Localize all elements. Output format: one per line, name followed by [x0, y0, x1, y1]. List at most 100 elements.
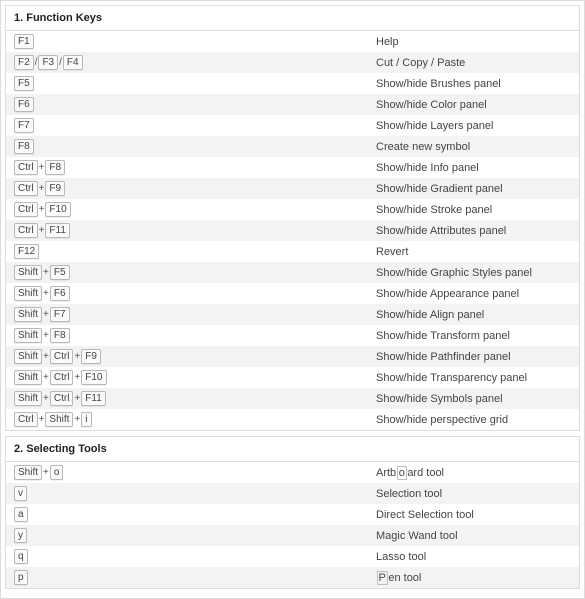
keycap: Shift	[45, 412, 73, 427]
shortcut-row: Ctrl+F10Show/hide Stroke panel	[6, 199, 579, 220]
section-header: 2. Selecting Tools	[6, 437, 579, 462]
keys-cell: v	[14, 486, 376, 501]
keycap: i	[81, 412, 91, 427]
keys-cell: F8	[14, 139, 376, 154]
keycap: F6	[14, 97, 34, 112]
description-cell: Artboard tool	[376, 467, 571, 479]
description-cell: Show/hide Align panel	[376, 309, 571, 321]
shortcut-row: Shift+F7Show/hide Align panel	[6, 304, 579, 325]
keycap: Ctrl	[14, 181, 38, 196]
keycap: F10	[45, 202, 70, 217]
description-cell: Create new symbol	[376, 141, 571, 153]
keys-cell: Shift+Ctrl+F10	[14, 370, 376, 385]
description-cell: Magic Wand tool	[376, 530, 571, 542]
shortcut-row: F5 Show/hide Brushes panel	[6, 73, 579, 94]
description-cell: Help	[376, 36, 571, 48]
description-cell: Show/hide Info panel	[376, 162, 571, 174]
keycap: Ctrl	[50, 391, 74, 406]
keycap: F9	[81, 349, 101, 364]
highlight-letter: o	[397, 466, 407, 480]
shortcut-row: Shift+F5 Show/hide Graphic Styles panel	[6, 262, 579, 283]
description-cell: Show/hide perspective grid	[376, 414, 571, 426]
keycap: Ctrl	[50, 370, 74, 385]
description-cell: Show/hide Brushes panel	[376, 78, 571, 90]
description-cell: Selection tool	[376, 488, 571, 500]
shortcut-row: v Selection tool	[6, 483, 579, 504]
shortcut-row: Ctrl+F8Show/hide Info panel	[6, 157, 579, 178]
section-body: F1 HelpF2/F3/F4Cut / Copy / Paste F5 Show/h…	[6, 31, 579, 430]
key-joiner: +	[39, 224, 46, 237]
keycap: F12	[14, 244, 39, 259]
keycap: Shift	[14, 265, 42, 280]
key-joiner: +	[43, 266, 50, 279]
shortcut-row: Shift+ oArtboard tool	[6, 462, 579, 483]
keycap: F7	[50, 307, 70, 322]
key-joiner: +	[74, 350, 81, 363]
keycap: F3	[38, 55, 58, 70]
shortcut-row: pPen tool	[6, 567, 579, 588]
key-joiner: +	[43, 392, 50, 405]
shortcut-row: Shift+F8Show/hide Transform panel	[6, 325, 579, 346]
keycap: v	[14, 486, 27, 501]
keys-cell: Ctrl+Shift+i	[14, 412, 376, 427]
keycap: Shift	[14, 307, 42, 322]
keycap: F11	[81, 391, 106, 406]
keys-cell: Shift+F6	[14, 286, 376, 301]
keycap: F11	[45, 223, 70, 238]
description-cell: Show/hide Graphic Styles panel	[376, 267, 571, 279]
shortcut-row: F1 Help	[6, 31, 579, 52]
keycap: F7	[14, 118, 34, 133]
keycap: Ctrl	[14, 412, 38, 427]
description-cell: Pen tool	[376, 572, 571, 584]
keys-cell: y	[14, 528, 376, 543]
key-joiner: +	[39, 182, 46, 195]
keycap: Shift	[14, 465, 42, 480]
section-body: Shift+ oArtboard tool v Selection tool a Dire…	[6, 462, 579, 588]
keycap: Ctrl	[14, 223, 38, 238]
shortcut-row: Ctrl+F9Show/hide Gradient panel	[6, 178, 579, 199]
keycap: F5	[50, 265, 70, 280]
shortcut-row: yMagic Wand tool	[6, 525, 579, 546]
keys-cell: Shift+F8	[14, 328, 376, 343]
section-header: 1. Function Keys	[6, 6, 579, 31]
shortcut-row: qLasso tool	[6, 546, 579, 567]
description-cell: Cut / Copy / Paste	[376, 57, 571, 69]
shortcut-row: F8 Create new symbol	[6, 136, 579, 157]
keycap: F8	[14, 139, 34, 154]
keys-cell: p	[14, 570, 376, 585]
keys-cell: F12	[14, 244, 376, 259]
keycap: Ctrl	[50, 349, 74, 364]
description-cell: Show/hide Stroke panel	[376, 204, 571, 216]
shortcut-row: a Direct Selection tool	[6, 504, 579, 525]
key-joiner: +	[39, 203, 46, 216]
section: 2. Selecting ToolsShift+oArtboard toolvS…	[5, 436, 580, 589]
section: 1. Function Keys F1 HelpF2/F3/F4Cut / Copy…	[5, 5, 580, 431]
description-cell: Show/hide Appearance panel	[376, 288, 571, 300]
keycap: Shift	[14, 391, 42, 406]
key-joiner: +	[43, 371, 50, 384]
keys-cell: F2/F3/F4	[14, 55, 376, 70]
keys-cell: Ctrl+F10	[14, 202, 376, 217]
shortcut-row: Shift+Ctrl+F10Show/hide Transparency pan…	[6, 367, 579, 388]
keycap: F4	[63, 55, 83, 70]
keycap: F5	[14, 76, 34, 91]
keycap: F2	[14, 55, 34, 70]
description-cell: Show/hide Layers panel	[376, 120, 571, 132]
shortcut-row: Shift+Ctrl+F11Show/hide Symbols panel	[6, 388, 579, 409]
keycap: F1	[14, 34, 34, 49]
keycap: Shift	[14, 328, 42, 343]
keycap: F9	[45, 181, 65, 196]
keycap: F10	[81, 370, 106, 385]
keycap: a	[14, 507, 28, 522]
keycap: F6	[50, 286, 70, 301]
keycap: q	[14, 549, 28, 564]
keys-cell: Shift+F7	[14, 307, 376, 322]
page: 1. Function Keys F1 HelpF2/F3/F4Cut / Copy…	[0, 0, 585, 599]
keys-cell: Shift+Ctrl+F9	[14, 349, 376, 364]
keycap: Shift	[14, 370, 42, 385]
key-joiner: +	[43, 287, 50, 300]
description-cell: Revert	[376, 246, 571, 258]
key-joiner: +	[43, 466, 50, 479]
keycap: Shift	[14, 286, 42, 301]
description-cell: Direct Selection tool	[376, 509, 571, 521]
